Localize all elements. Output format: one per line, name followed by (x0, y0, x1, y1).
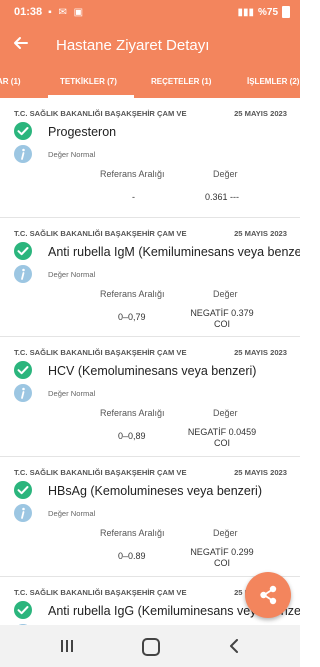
test-name: Anti rubella IgM (Kemiluminesans veya be… (48, 245, 300, 259)
battery-icon (282, 6, 290, 18)
tab-ar[interactable]: AR (1) (0, 77, 21, 86)
result-card[interactable]: T.C. SAĞLIK BAKANLIĞI BAŞAKŞEHİR ÇAM VE … (0, 217, 300, 332)
tab-receteler[interactable]: REÇETELER (1) (151, 77, 211, 86)
result-value-line1: 0.361 --- (204, 192, 239, 202)
result-card[interactable]: T.C. SAĞLIK BAKANLIĞI BAŞAKŞEHİR ÇAM VE … (0, 456, 300, 571)
status-time: 01:38 (14, 6, 43, 18)
info-icon[interactable] (14, 265, 32, 283)
reference-value: 0–0,89 (118, 431, 146, 441)
test-name: HCV (Kemoluminesans veya benzeri) (48, 364, 257, 378)
info-icon[interactable] (14, 384, 32, 402)
check-circle-icon (14, 122, 32, 140)
result-status: Değer Normal (48, 150, 96, 159)
tab-islemler[interactable]: İŞLEMLER (2) (247, 77, 299, 86)
status-bar: 01:38 ▪ ✉ ▣ ▮▮▮ %75 (0, 0, 300, 24)
divider (0, 336, 300, 337)
result-value-line2: COI (213, 438, 230, 449)
divider (0, 456, 300, 457)
result-status: Değer Normal (48, 270, 96, 279)
info-icon[interactable] (14, 504, 32, 522)
battery-percent: %75 (257, 6, 278, 18)
notification-icons: ▪ ✉ ▣ (48, 6, 86, 18)
reference-header: Referans Aralığı (100, 289, 165, 299)
result-card[interactable]: T.C. SAĞLIK BAKANLIĞI BAŞAKŞEHİR ÇAM VE … (0, 98, 300, 212)
value-header: Değer (213, 528, 238, 538)
reference-header: Referans Aralığı (100, 169, 165, 179)
result-value: NEGATİF 0.379 COI (182, 308, 262, 331)
institution-name: T.C. SAĞLIK BAKANLIĞI BAŞAKŞEHİR ÇAM VE (14, 109, 187, 118)
recent-apps-icon[interactable] (60, 639, 74, 653)
institution-name: T.C. SAĞLIK BAKANLIĞI BAŞAKŞEHİR ÇAM VE (14, 588, 187, 597)
result-value-line1: NEGATİF 0.299 (190, 547, 254, 557)
nav-back-icon[interactable] (228, 639, 242, 653)
check-circle-icon (14, 242, 32, 260)
share-button[interactable] (245, 572, 291, 618)
result-value-line1: NEGATİF 0.0459 (187, 427, 257, 437)
result-value: NEGATİF 0.299 COI (182, 547, 262, 570)
reference-value: 0–0.89 (118, 551, 146, 561)
app-bar: Hastane Ziyaret Detayı (0, 24, 300, 66)
result-card[interactable]: T.C. SAĞLIK BAKANLIĞI BAŞAKŞEHİR ÇAM VE … (0, 336, 300, 451)
check-circle-icon (14, 481, 32, 499)
institution-name: T.C. SAĞLIK BAKANLIĞI BAŞAKŞEHİR ÇAM VE (14, 229, 187, 238)
result-status: Değer Normal (48, 389, 96, 398)
test-name: Progesteron (48, 125, 117, 139)
value-header: Değer (213, 408, 238, 418)
result-date: 25 MAYIS 2023 (234, 109, 287, 118)
check-circle-icon (14, 601, 32, 619)
result-value: 0.361 --- (182, 192, 262, 203)
page-title: Hastane Ziyaret Detayı (56, 36, 210, 54)
divider (0, 217, 300, 218)
home-icon[interactable] (142, 638, 160, 656)
reference-header: Referans Aralığı (100, 528, 165, 538)
result-date: 25 MAYIS 2023 (234, 468, 287, 477)
tab-tetkikler[interactable]: TETKİKLER (7) (60, 77, 117, 86)
back-arrow-icon[interactable] (12, 35, 34, 56)
institution-name: T.C. SAĞLIK BAKANLIĞI BAŞAKŞEHİR ÇAM VE (14, 348, 187, 357)
signal-icon: ▮▮▮ (237, 6, 254, 18)
result-status: Değer Normal (48, 509, 96, 518)
reference-value: 0–0,79 (118, 312, 146, 322)
share-icon (260, 585, 277, 605)
status-right: ▮▮▮ %75 (237, 6, 290, 18)
test-name: HBsAg (Kemolumineses veya benzeri) (48, 484, 262, 498)
info-icon[interactable] (14, 145, 32, 163)
check-circle-icon (14, 361, 32, 379)
institution-name: T.C. SAĞLIK BAKANLIĞI BAŞAKŞEHİR ÇAM VE (14, 468, 187, 477)
results-list[interactable]: T.C. SAĞLIK BAKANLIĞI BAŞAKŞEHİR ÇAM VE … (0, 98, 300, 625)
value-header: Değer (213, 169, 238, 179)
tab-bar: AR (1) TETKİKLER (7) REÇETELER (1) İŞLEM… (0, 66, 300, 98)
result-date: 25 MAYIS 2023 (234, 229, 287, 238)
reference-header: Referans Aralığı (100, 408, 165, 418)
result-value-line2: COI (213, 558, 230, 569)
system-nav-bar (0, 625, 300, 667)
result-value-line1: NEGATİF 0.379 (190, 308, 254, 318)
value-header: Değer (213, 289, 238, 299)
reference-value: - (132, 192, 135, 202)
result-date: 25 MAYIS 2023 (234, 348, 287, 357)
result-value: NEGATİF 0.0459 COI (182, 427, 262, 450)
result-value-line2: COI (213, 319, 230, 330)
